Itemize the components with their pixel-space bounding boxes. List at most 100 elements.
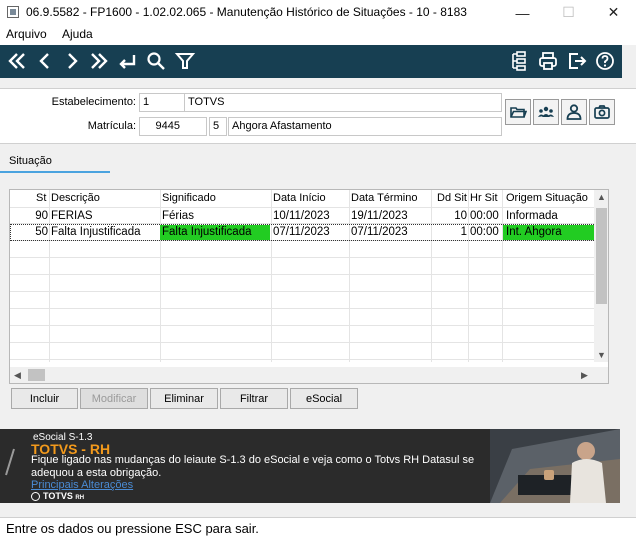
filtrar-button[interactable]: Filtrar xyxy=(220,388,288,409)
last-record-button[interactable] xyxy=(86,48,112,74)
eliminar-button[interactable]: Eliminar xyxy=(150,388,218,409)
horizontal-scroll-thumb[interactable] xyxy=(28,369,45,381)
totvs-logo-sub: RH xyxy=(75,495,85,501)
matricula-label: Matrícula: xyxy=(87,120,136,132)
slash-decoration-icon xyxy=(5,448,15,476)
user-button[interactable] xyxy=(561,99,587,125)
table-row-empty xyxy=(10,258,594,275)
return-button[interactable] xyxy=(114,48,140,74)
estabelecimento-name-field: TOTVS xyxy=(184,93,502,112)
minimize-button[interactable]: — xyxy=(500,0,545,25)
cell-data-termino: 07/11/2023 xyxy=(351,226,408,238)
scroll-right-icon[interactable]: ▶ xyxy=(581,370,588,381)
cell-significado: Férias xyxy=(162,210,194,222)
col-header-st[interactable]: St xyxy=(36,192,46,204)
tab-active-indicator xyxy=(0,171,110,173)
next-record-button[interactable] xyxy=(59,48,85,74)
app-icon xyxy=(7,6,19,18)
table-row[interactable]: 90 FERIAS Férias 10/11/2023 19/11/2023 1… xyxy=(10,207,594,224)
table-row-empty xyxy=(10,326,594,343)
folder-icon xyxy=(510,107,527,118)
table-row-empty xyxy=(10,241,594,258)
prev-icon xyxy=(39,53,49,69)
esocial-banner[interactable]: eSocial S-1.3 TOTVS - RH Fique ligado na… xyxy=(0,429,620,503)
filter-icon xyxy=(174,53,196,69)
table-row-empty xyxy=(10,343,594,360)
folder-button[interactable] xyxy=(505,99,531,125)
col-header-hr-sit[interactable]: Hr Sit xyxy=(470,192,498,204)
filter-button[interactable] xyxy=(172,48,198,74)
cell-dd-sit: 10 xyxy=(454,210,467,222)
banner-text: Fique ligado nas mudanças do leiaute S-1… xyxy=(31,454,475,479)
vertical-scroll-thumb[interactable] xyxy=(596,208,607,304)
tree-icon xyxy=(512,51,526,71)
user-icon xyxy=(566,104,582,120)
window-title: 06.9.5582 - FP1600 - 1.02.02.065 - Manut… xyxy=(26,5,467,19)
incluir-button[interactable]: Incluir xyxy=(11,388,78,409)
scroll-down-icon[interactable]: ▼ xyxy=(597,350,606,360)
help-icon xyxy=(596,52,614,70)
matricula-digit-field: 5 xyxy=(209,117,227,136)
last-icon xyxy=(91,53,108,69)
col-header-significado[interactable]: Significado xyxy=(162,192,216,204)
menu-ajuda[interactable]: Ajuda xyxy=(62,27,93,41)
col-header-descricao[interactable]: Descrição xyxy=(51,192,100,204)
table-row-empty xyxy=(10,292,594,309)
camera-icon xyxy=(594,105,610,119)
maximize-button[interactable]: ☐ xyxy=(546,0,591,25)
estabelecimento-label: Estabelecimento: xyxy=(51,96,136,108)
vertical-scrollbar[interactable]: ▲ ▼ xyxy=(594,190,608,362)
col-header-dd-sit[interactable]: Dd Sit xyxy=(437,192,467,204)
cell-dd-sit: 1 xyxy=(460,226,467,238)
estabelecimento-code-field[interactable]: 1 xyxy=(139,93,185,112)
cell-origem: Informada xyxy=(506,210,558,222)
print-button[interactable] xyxy=(535,48,561,74)
matricula-field[interactable]: 9445 xyxy=(139,117,207,136)
table-row-empty xyxy=(10,309,594,326)
horizontal-scrollbar[interactable]: ◀ ▶ xyxy=(10,367,608,383)
totvs-logo-icon xyxy=(31,492,40,501)
print-icon xyxy=(539,52,557,70)
search-button[interactable] xyxy=(143,48,169,74)
menu-arquivo[interactable]: Arquivo xyxy=(6,27,47,41)
banner-link[interactable]: Principais Alterações xyxy=(31,479,133,491)
title-bar: 06.9.5582 - FP1600 - 1.02.02.065 - Manut… xyxy=(0,0,636,25)
close-button[interactable]: ✕ xyxy=(591,0,636,25)
return-icon xyxy=(119,55,136,69)
cell-st: 90 xyxy=(35,210,48,222)
camera-button[interactable] xyxy=(589,99,615,125)
modificar-button[interactable]: Modificar xyxy=(80,388,148,409)
search-icon xyxy=(147,52,165,70)
cell-origem-highlight: Int. Ahgora xyxy=(503,225,594,240)
col-header-data-termino[interactable]: Data Término xyxy=(351,192,417,204)
cell-hr-sit: 00:00 xyxy=(470,226,499,238)
help-button[interactable] xyxy=(592,48,618,74)
group-button[interactable] xyxy=(533,99,559,125)
cell-significado-highlight: Falta Injustificada xyxy=(160,225,270,240)
matricula-name-field: Ahgora Afastamento xyxy=(228,117,502,136)
totvs-logo-text: TOTVS xyxy=(43,491,73,501)
scroll-up-icon[interactable]: ▲ xyxy=(597,192,606,202)
cell-hr-sit: 00:00 xyxy=(470,210,499,222)
exit-button[interactable] xyxy=(564,48,590,74)
cell-data-termino: 19/11/2023 xyxy=(351,210,408,222)
tab-situacao[interactable]: Situação xyxy=(3,152,111,172)
table-row-empty xyxy=(10,275,594,292)
situacoes-grid[interactable]: St Descrição Significado Data Início Dat… xyxy=(9,189,609,384)
status-bar: Entre os dados ou pressione ESC para sai… xyxy=(0,517,636,539)
cell-data-inicio: 07/11/2023 xyxy=(273,226,330,238)
esocial-button[interactable]: eSocial xyxy=(290,388,358,409)
toolbar xyxy=(0,45,622,78)
cell-st: 50 xyxy=(35,226,48,238)
prev-record-button[interactable] xyxy=(32,48,58,74)
col-header-origem[interactable]: Origem Situação xyxy=(506,192,588,204)
scroll-left-icon[interactable]: ◀ xyxy=(14,370,21,381)
table-row-selected[interactable]: 50 Falta Injustificada Falta Injustifica… xyxy=(10,224,594,241)
menu-bar: Arquivo Ajuda xyxy=(0,25,636,45)
col-header-data-inicio[interactable]: Data Início xyxy=(273,192,326,204)
tree-button[interactable] xyxy=(507,48,533,74)
first-record-button[interactable] xyxy=(4,48,30,74)
cell-data-inicio: 10/11/2023 xyxy=(273,210,330,222)
exit-icon xyxy=(569,53,587,69)
first-icon xyxy=(8,53,25,69)
